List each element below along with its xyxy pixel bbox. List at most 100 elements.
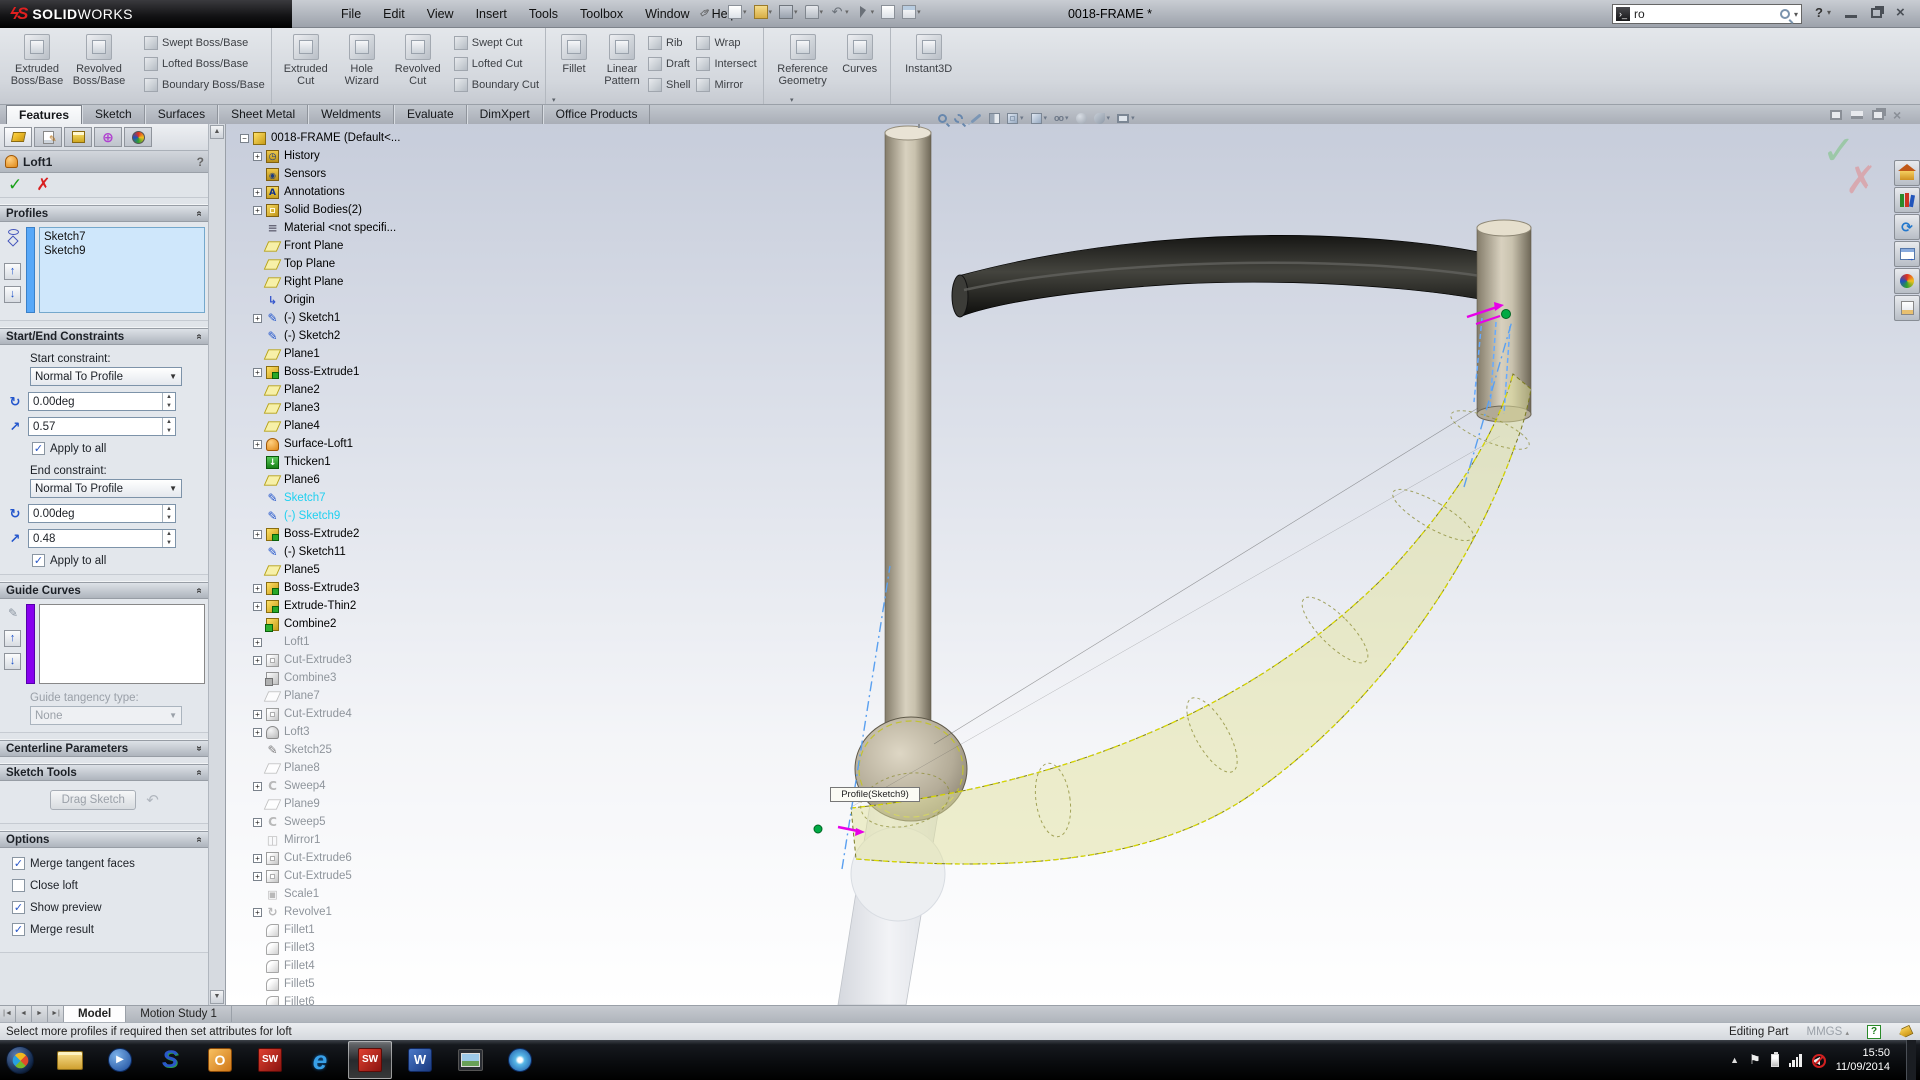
option-row[interactable]: Show preview [12,901,205,914]
command-tab[interactable]: Sheet Metal [218,105,308,124]
expand-toggle-icon[interactable] [253,908,262,917]
tree-item[interactable]: Plane4 [240,417,480,435]
custom-properties-button[interactable] [1894,295,1920,321]
last-tab-icon[interactable]: ►| [48,1006,64,1022]
search-input[interactable] [1634,7,1776,21]
hide-show-items-button[interactable]: oo▾ [1054,113,1069,123]
network-signal-icon[interactable] [1789,1054,1802,1067]
minimize-button[interactable] [1845,8,1857,18]
expand-toggle-icon[interactable] [253,206,262,215]
expand-toggle-icon[interactable] [253,818,262,827]
mirror-button[interactable]: Mirror [696,77,756,93]
expand-toggle-icon[interactable] [253,368,262,377]
property-tab[interactable] [34,127,62,147]
expand-toggle-icon[interactable] [240,134,249,143]
expand-toggle-icon[interactable] [253,872,262,881]
expand-toggle-icon[interactable] [253,314,262,323]
tree-item[interactable]: Fillet1 [240,921,480,939]
expand-toggle-icon[interactable] [253,710,262,719]
tree-item[interactable]: History [240,147,480,165]
command-tab[interactable]: Office Products [543,105,651,124]
open-button[interactable]: ▾ [752,4,775,20]
tree-item[interactable]: Boss-Extrude2 [240,525,480,543]
tree-item[interactable]: Front Plane [240,237,480,255]
hole-wizard-button[interactable]: Hole Wizard [334,31,390,87]
tree-item[interactable]: Right Plane [240,273,480,291]
word-taskbar-button[interactable]: W [398,1041,442,1079]
tree-item[interactable]: Cut-Extrude6 [240,849,480,867]
doc-newwindow-icon[interactable] [1830,110,1842,120]
design-library-button[interactable] [1894,187,1920,213]
save-button[interactable]: ▾ [777,4,800,20]
edit-appearance-button[interactable] [1076,113,1087,124]
clock[interactable]: 15:50 11/09/2014 [1836,1046,1896,1074]
tree-item[interactable]: Cut-Extrude5 [240,867,480,885]
pm-help-button[interactable]: ? [197,155,204,169]
column-dropdown-caret[interactable]: ▾ [790,96,794,104]
option-row[interactable]: Merge result [12,923,205,936]
sketch-tools-header[interactable]: Sketch Tools« [0,764,209,781]
drag-sketch-button[interactable]: Drag Sketch [50,790,136,810]
guide-curves-list[interactable] [39,604,205,684]
start-constraint-select[interactable]: Normal To Profile▼ [30,367,182,386]
tree-item[interactable]: Material <not specifi... [240,219,480,237]
command-tab[interactable]: DimXpert [467,105,543,124]
file-properties-button[interactable] [879,4,897,20]
display-style-button[interactable]: ▾ [1031,113,1048,124]
spinner[interactable]: ▲▼ [162,505,175,522]
command-tab[interactable]: Sketch [82,105,145,124]
revolved-cut-button[interactable]: Revolved Cut [390,31,446,87]
tree-item[interactable]: Fillet3 [240,939,480,957]
tray-expand-icon[interactable]: ▲ [1730,1055,1739,1065]
scroll-up-icon[interactable]: ▲ [210,125,224,139]
expand-toggle-icon[interactable] [253,530,262,539]
extruded-cut-button[interactable]: Extruded Cut [278,31,334,87]
tree-item[interactable]: Sketch7 [240,489,480,507]
menu-item[interactable]: Window [634,0,700,28]
option-row[interactable]: Merge tangent faces [12,857,205,870]
zoom-fit-button[interactable] [938,114,947,123]
first-tab-icon[interactable]: |◄ [0,1006,16,1022]
option-checkbox[interactable] [12,857,25,870]
search-icon[interactable] [1780,9,1790,19]
menu-item[interactable]: Tools [518,0,569,28]
cancel-button[interactable]: ✗ [36,177,50,193]
move-guide-down-button[interactable]: ↓ [4,653,21,670]
expand-toggle-icon[interactable] [253,854,262,863]
view-settings-button[interactable]: ▾ [1117,114,1135,123]
undo-sketch-icon[interactable]: ↶ [146,791,159,809]
expand-toggle-icon[interactable] [253,440,262,449]
doc-tab[interactable]: Model [64,1006,126,1022]
command-tab[interactable]: Surfaces [145,105,218,124]
view-palette-button[interactable] [1894,241,1920,267]
options-header[interactable]: Options« [0,831,209,848]
tree-item[interactable]: Plane3 [240,399,480,417]
units-selector[interactable]: MMGS ▴ [1807,1026,1850,1038]
start-tangent-field[interactable]: 0.57 ▲▼ [28,417,176,436]
media-player-taskbar-button[interactable]: ▶ [98,1041,142,1079]
tree-item[interactable]: Plane9 [240,795,480,813]
expand-toggle-icon[interactable] [253,656,262,665]
tree-item[interactable]: Cut-Extrude4 [240,705,480,723]
move-guide-up-button[interactable]: ↑ [4,630,21,647]
quick-tips-icon[interactable]: ? [1867,1025,1881,1039]
rib-button[interactable]: Rib [648,35,690,51]
tree-item[interactable]: Origin [240,291,480,309]
column-dropdown-caret[interactable]: ▾ [552,96,556,104]
tree-item[interactable]: (-) Sketch1 [240,309,480,327]
photo-viewer-taskbar-button[interactable] [448,1041,492,1079]
tags-icon[interactable] [1897,1024,1913,1039]
guide-tangency-select[interactable]: None▼ [30,706,182,725]
solidworks-active-taskbar-button[interactable]: SW [348,1041,392,1079]
boundary-cut-button[interactable]: Boundary Cut [454,77,539,93]
graphics-area[interactable] [226,124,1920,1005]
tree-item[interactable]: (-) Sketch2 [240,327,480,345]
apply-scene-button[interactable]: ▾ [1094,113,1111,124]
help-button[interactable]: ? [1815,5,1823,20]
tree-item[interactable]: Plane1 [240,345,480,363]
internet-explorer-taskbar-button[interactable]: e [298,1041,342,1079]
confirm-cancel-icon[interactable]: ✗ [1845,158,1877,203]
tree-item[interactable]: Boss-Extrude3 [240,579,480,597]
tree-item[interactable]: Plane5 [240,561,480,579]
command-tab[interactable]: Evaluate [394,105,467,124]
